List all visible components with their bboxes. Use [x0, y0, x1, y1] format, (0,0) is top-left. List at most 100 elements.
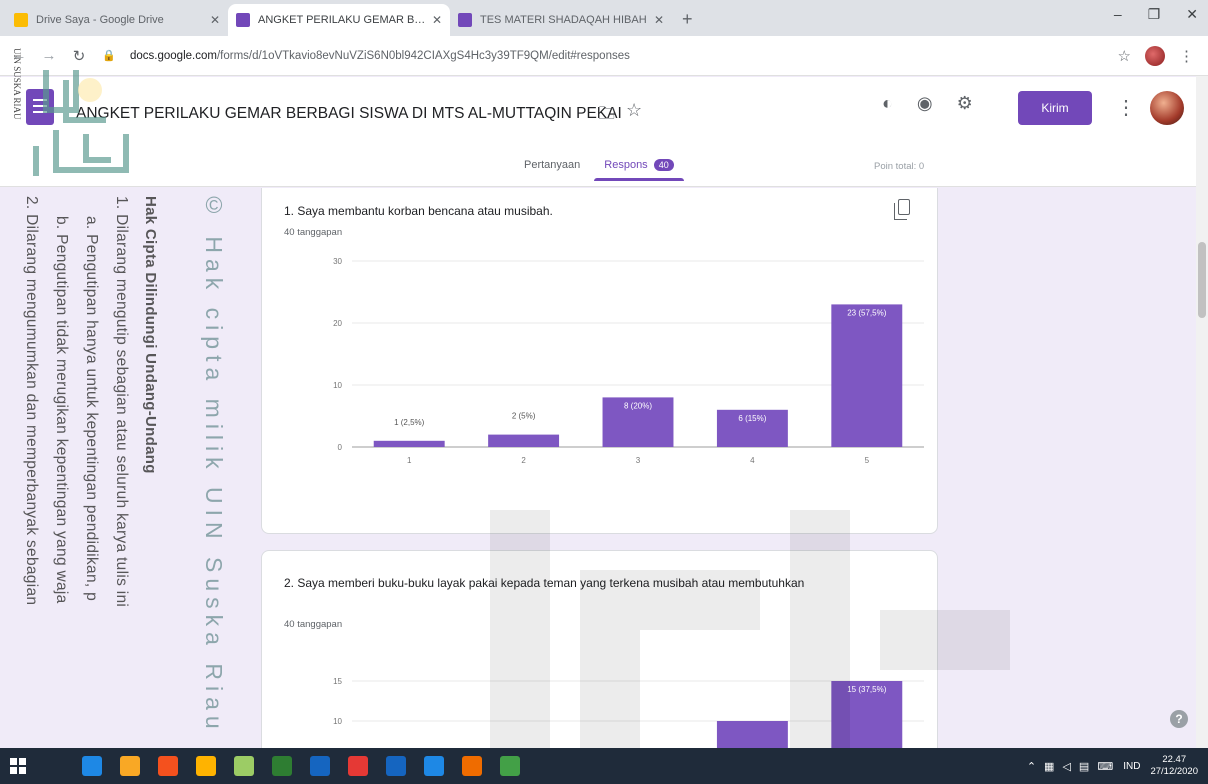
google-forms-logo-icon[interactable]	[26, 89, 54, 125]
close-tab-icon[interactable]: ✕	[654, 13, 664, 27]
settings-gear-icon[interactable]: ⚙	[957, 93, 973, 114]
close-tab-icon[interactable]: ✕	[210, 13, 220, 27]
response-count: 40 tanggapan	[284, 619, 343, 630]
minimize-icon[interactable]: –	[1114, 6, 1122, 23]
tab-tes-materi[interactable]: TES MATERI SHADAQAH HIBAH ✕	[450, 4, 672, 36]
form-title[interactable]: ANGKET PERILAKU GEMAR BERBAGI SISWA DI M…	[76, 105, 622, 123]
tab-label: Drive Saya - Google Drive	[36, 14, 164, 26]
form-tabs: Pertanyaan Respons 40	[520, 153, 685, 181]
star-icon[interactable]: ☆	[626, 100, 642, 121]
x-tick-label: 2	[521, 456, 526, 465]
watermark-side-text: UIN SUSKA RIAU	[12, 48, 22, 120]
volume-icon[interactable]: ◁	[1062, 760, 1070, 773]
address-actions: ☆ ⋮	[1118, 46, 1194, 66]
bar	[488, 434, 560, 447]
profile-avatar[interactable]	[1145, 46, 1165, 66]
close-window-icon[interactable]: ✕	[1186, 6, 1198, 23]
bar	[373, 440, 445, 447]
taskbar-app-icon[interactable]	[158, 756, 178, 776]
taskbar-app-icon[interactable]	[272, 756, 292, 776]
taskbar-app-icon[interactable]	[234, 756, 254, 776]
language-indicator[interactable]: IND	[1123, 761, 1140, 772]
data-label: 1 (2,5%)	[394, 418, 425, 427]
tab-responses-label: Respons	[604, 159, 648, 171]
taskbar-app-icon[interactable]	[310, 756, 330, 776]
tab-drive[interactable]: Drive Saya - Google Drive ✕	[6, 4, 228, 36]
taskbar-app-icon[interactable]	[386, 756, 406, 776]
browser-tabbar: Drive Saya - Google Drive ✕ ANGKET PERIL…	[0, 0, 1208, 36]
tray-icons: ⌃ ▦ ◁ ▤ ⌨	[1027, 760, 1113, 773]
chevron-up-icon[interactable]: ⌃	[1027, 760, 1036, 773]
tab-questions[interactable]: Pertanyaan	[520, 153, 584, 181]
maximize-icon[interactable]: ❐	[1148, 6, 1161, 23]
preview-eye-icon[interactable]: ◉	[917, 93, 933, 114]
points-total: Poin total: 0	[874, 161, 925, 172]
y-tick-label: 10	[333, 717, 342, 726]
taskbar-clock[interactable]: 22.47 27/12/2020	[1150, 754, 1198, 778]
forms-favicon-icon	[236, 13, 250, 27]
palette-icon[interactable]: ◐	[882, 93, 893, 114]
data-label: 6 (15%)	[738, 414, 766, 423]
taskbar-app-icon[interactable]	[348, 756, 368, 776]
data-label: 2 (5%)	[512, 412, 536, 421]
tab-questions-label: Pertanyaan	[524, 159, 581, 171]
clock-time: 22.47	[1162, 754, 1187, 765]
taskbar-app-icon[interactable]	[196, 756, 216, 776]
drive-favicon-icon	[14, 13, 28, 27]
send-button[interactable]: Kirim	[1018, 91, 1092, 125]
x-tick-label: 4	[750, 456, 755, 465]
taskbar-app-icon[interactable]	[424, 756, 444, 776]
data-label: 15 (37,5%)	[847, 685, 886, 694]
bookmark-star-icon[interactable]: ☆	[1118, 47, 1131, 65]
bar-chart: 0 10 20 30 1 (2,5%) 1 2 (5%) 2 8 (20%) 3 6 (15%) 4 2…	[333, 257, 924, 465]
new-tab-icon[interactable]: +	[682, 9, 693, 30]
taskbar-app-icon[interactable]	[120, 756, 140, 776]
system-tray: ⌃ ▦ ◁ ▤ ⌨ IND 22.47 27/12/2020	[1027, 754, 1198, 778]
windows-taskbar: ⌃ ▦ ◁ ▤ ⌨ IND 22.47 27/12/2020	[0, 748, 1208, 784]
header-icons: ◐ ◉ ⚙	[882, 93, 973, 114]
bar-chart: 10 15 15 (37,5%)	[333, 677, 924, 748]
scroll-thumb[interactable]	[1198, 242, 1206, 318]
address-bar: ← → ↻ 🔒 docs.google.com/forms/d/1oVTkavi…	[0, 36, 1208, 76]
taskbar-app-icon[interactable]	[462, 756, 482, 776]
x-tick-label: 3	[636, 456, 641, 465]
tab-angket[interactable]: ANGKET PERILAKU GEMAR BERB ✕	[228, 4, 450, 36]
reload-icon[interactable]: ↻	[68, 47, 90, 65]
x-tick-label: 1	[407, 456, 412, 465]
watermark-line: 2. Dilarang mengumumkan dan memperbanyak…	[23, 196, 40, 606]
url-path: /forms/d/1oVTkavio8evNuVZiS6N0bl942CIAXg…	[216, 49, 630, 62]
tab-responses[interactable]: Respons 40	[594, 153, 685, 181]
folder-icon[interactable]: 🗀	[598, 101, 615, 130]
y-tick-label: 15	[333, 677, 342, 686]
window-controls: – ❐ ✕	[1114, 6, 1198, 23]
clock-date: 27/12/2020	[1150, 766, 1198, 777]
y-tick-label: 30	[333, 257, 342, 266]
close-tab-icon[interactable]: ✕	[432, 13, 442, 27]
data-label: 8 (20%)	[624, 401, 652, 410]
forms-favicon-icon	[458, 13, 472, 27]
windows-start-icon[interactable]	[10, 758, 26, 774]
y-tick-label: 10	[333, 381, 342, 390]
taskbar-app-icon[interactable]	[500, 756, 520, 776]
url-field[interactable]: docs.google.com/forms/d/1oVTkavio8evNuVZ…	[130, 50, 630, 62]
y-tick-label: 0	[338, 443, 343, 452]
more-options-icon[interactable]: ⋮	[1116, 95, 1136, 120]
account-avatar[interactable]	[1150, 91, 1184, 125]
help-icon[interactable]: ?	[1170, 710, 1188, 728]
x-tick-label: 5	[865, 456, 870, 465]
bar	[716, 721, 788, 748]
browser-menu-icon[interactable]: ⋮	[1179, 47, 1194, 65]
response-count: 40 tanggapan	[284, 227, 343, 238]
notification-icon[interactable]: ▤	[1079, 760, 1089, 773]
watermark-heading: Hak Cipta Dilindungi Undang-Undang	[142, 196, 159, 474]
data-label: 23 (57,5%)	[847, 308, 886, 317]
watermark-line: 1. Dilarang mengutip sebagian atau selur…	[113, 196, 130, 608]
taskbar-app-icon[interactable]	[82, 756, 102, 776]
copy-chart-icon[interactable]	[894, 199, 910, 220]
keyboard-icon[interactable]: ⌨	[1097, 760, 1113, 773]
page-scrollbar[interactable]	[1196, 76, 1208, 748]
forward-icon[interactable]: →	[38, 47, 60, 64]
url-host: docs.google.com	[130, 49, 217, 62]
network-icon[interactable]: ▦	[1044, 760, 1054, 773]
tab-label: TES MATERI SHADAQAH HIBAH	[480, 14, 647, 26]
